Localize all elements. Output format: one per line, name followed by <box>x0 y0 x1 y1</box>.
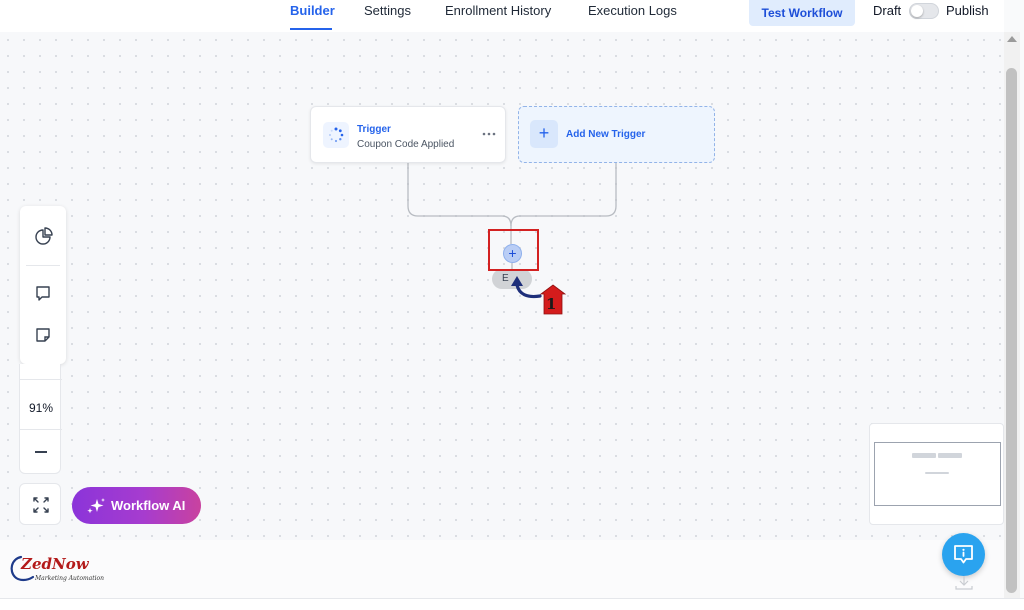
download-icon[interactable] <box>953 574 975 590</box>
toolbar-divider <box>26 265 60 266</box>
canvas-footer <box>0 540 1004 600</box>
add-new-trigger-label: Add New Trigger <box>566 129 646 140</box>
zoom-divider <box>20 379 62 380</box>
minimap-viewport[interactable] <box>874 442 1001 506</box>
minimap-node <box>912 453 936 458</box>
comment-icon[interactable] <box>28 278 58 308</box>
zoom-divider <box>20 429 62 430</box>
pie-chart-icon[interactable] <box>28 222 58 252</box>
step-number-badge: 1 <box>546 295 557 313</box>
fit-to-screen-button[interactable] <box>19 483 61 525</box>
zednow-logo: ZedNow Marketing Automation <box>7 553 107 587</box>
tutorial-highlight-box <box>488 229 539 271</box>
zoom-out-button[interactable] <box>26 438 56 464</box>
minimap[interactable] <box>869 423 1004 525</box>
fit-screen-icon <box>33 497 49 513</box>
logo-tagline: Marketing Automation <box>35 575 105 582</box>
trigger-title: Trigger <box>357 124 391 135</box>
minimap-node <box>938 453 962 458</box>
add-new-trigger-node[interactable]: + Add New Trigger <box>518 106 715 163</box>
scrollbar-thumb[interactable] <box>1006 68 1017 593</box>
sticky-note-icon[interactable] <box>28 320 58 350</box>
workflow-ai-label: Workflow AI <box>111 498 186 513</box>
connector-add-trigger <box>510 163 617 227</box>
scroll-up-arrow-icon[interactable] <box>1007 36 1017 42</box>
plus-icon: + <box>530 120 558 148</box>
zoom-level: 91% <box>28 401 54 415</box>
tutorial-pointer-arrow-icon <box>511 276 567 315</box>
workflow-builder-app: Builder Settings Enrollment History Exec… <box>0 0 1024 610</box>
info-chat-icon <box>954 545 973 564</box>
minimap-node <box>925 472 949 474</box>
help-chat-button[interactable] <box>942 533 985 576</box>
window-bottom-edge <box>0 598 1024 610</box>
workflow-ai-button[interactable]: Workflow AI <box>72 487 201 524</box>
more-horizontal-icon[interactable] <box>481 127 497 141</box>
trigger-subtitle: Coupon Code Applied <box>357 139 455 150</box>
logo-text: ZedNow <box>21 555 89 573</box>
loading-spinner-icon <box>323 122 349 148</box>
minus-icon <box>35 451 47 453</box>
zoom-controls: 91% <box>19 364 62 474</box>
sparkle-icon <box>87 498 105 514</box>
canvas-toolbar <box>20 206 66 364</box>
trigger-node[interactable]: Trigger Coupon Code Applied <box>310 106 506 163</box>
